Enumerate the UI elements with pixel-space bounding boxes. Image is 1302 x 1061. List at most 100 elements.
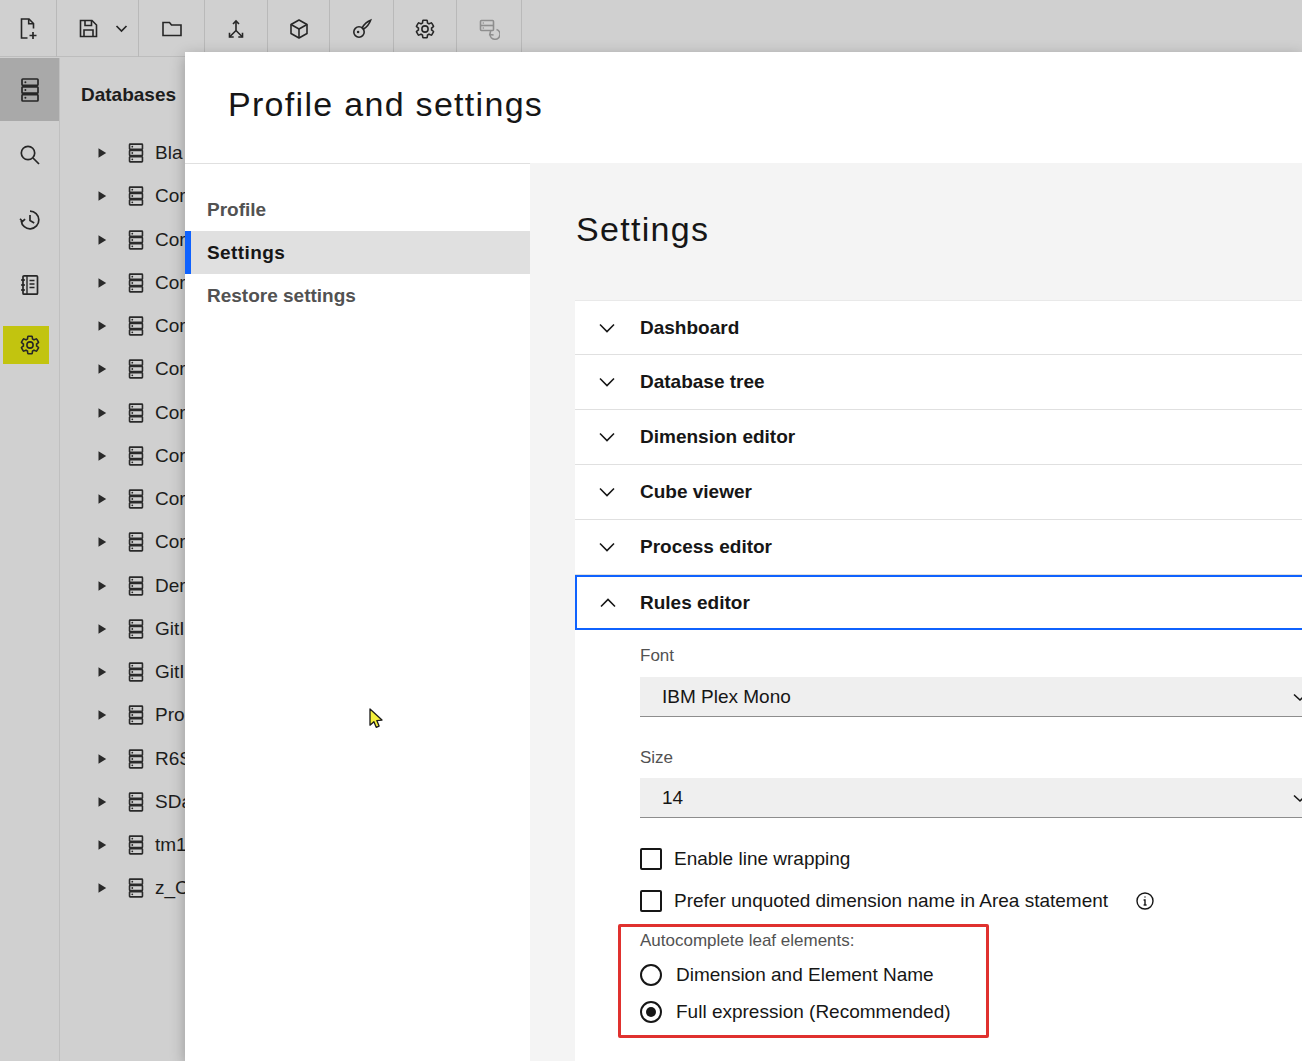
tree-row-database[interactable]: z_C: [60, 867, 186, 910]
settings-button[interactable]: [394, 0, 457, 57]
save-button[interactable]: [57, 0, 139, 57]
database-name: Cor: [155, 402, 186, 424]
document-add-icon: [17, 17, 39, 41]
tree-row-database[interactable]: SDa: [60, 780, 186, 823]
caret-right-icon[interactable]: [98, 537, 107, 548]
content-heading: Settings: [576, 208, 709, 250]
caret-right-icon[interactable]: [98, 321, 107, 332]
caret-right-icon[interactable]: [98, 580, 107, 591]
tree-row-database[interactable]: Cor: [60, 305, 186, 348]
caret-right-icon[interactable]: [98, 840, 107, 851]
tree-row-database[interactable]: Cor: [60, 218, 186, 261]
chevron-down-icon: [1292, 689, 1302, 705]
tree-row-database[interactable]: Cor: [60, 391, 186, 434]
caret-right-icon[interactable]: [98, 667, 107, 678]
caret-right-icon[interactable]: [98, 623, 107, 634]
rules-editor-panel: Font IBM Plex Mono Size 14 Enable: [575, 630, 1302, 1061]
rail-item-recent[interactable]: [0, 188, 59, 251]
font-dropdown-value: IBM Plex Mono: [662, 686, 791, 708]
enable-line-wrapping-checkbox[interactable]: [640, 848, 662, 870]
database-name: Cor: [155, 229, 186, 251]
process-button[interactable]: [330, 0, 394, 57]
database-name: Der: [155, 575, 186, 597]
branch-view-button[interactable]: [205, 0, 268, 57]
caret-right-icon[interactable]: [98, 883, 107, 894]
database-name: Bla: [155, 142, 182, 164]
left-rail: [0, 58, 59, 1061]
accordion-label: Dashboard: [640, 317, 739, 339]
accordion-item-dashboard[interactable]: Dashboard: [575, 300, 1302, 355]
tree-row-database[interactable]: Cor: [60, 521, 186, 564]
tree-row-database[interactable]: Cor: [60, 434, 186, 477]
database-icon: [127, 532, 145, 553]
database-tree: BlaCorCorCorCorCorCorCorCorCorDerGitIGit…: [60, 132, 186, 911]
tree-row-database[interactable]: Der: [60, 564, 186, 607]
tree-row-database[interactable]: Bla: [60, 132, 186, 175]
tree-row-database[interactable]: Cor: [60, 348, 186, 391]
database-icon: [127, 748, 145, 769]
caret-right-icon[interactable]: [98, 494, 107, 505]
database-name: Cor: [155, 272, 186, 294]
accordion-item-rules-editor[interactable]: Rules editor: [575, 575, 1302, 630]
enable-line-wrapping-row: Enable line wrapping: [640, 847, 850, 871]
database-icon: [127, 359, 145, 380]
rail-item-databases[interactable]: [0, 58, 59, 121]
rail-item-search[interactable]: [0, 123, 59, 186]
caret-right-icon[interactable]: [98, 148, 107, 159]
caret-right-icon[interactable]: [98, 450, 107, 461]
info-icon[interactable]: [1135, 891, 1155, 911]
tree-row-database[interactable]: R6S: [60, 737, 186, 780]
tree-row-database[interactable]: GitI: [60, 607, 186, 650]
radio-row-dimension-element: Dimension and Element Name: [640, 963, 934, 987]
search-icon: [18, 143, 42, 167]
caret-right-icon[interactable]: [98, 234, 107, 245]
tree-row-database[interactable]: Pro: [60, 694, 186, 737]
database-name: Cor: [155, 358, 186, 380]
tree-row-database[interactable]: GitI: [60, 651, 186, 694]
rail-item-log[interactable]: [0, 253, 59, 316]
size-dropdown[interactable]: 14: [640, 778, 1302, 818]
gear-icon: [19, 334, 41, 356]
dialog-menu-item-profile[interactable]: Profile: [185, 188, 530, 231]
accordion-item-cube-viewer[interactable]: Cube viewer: [575, 465, 1302, 520]
caret-right-icon[interactable]: [98, 796, 107, 807]
accordion-item-database-tree[interactable]: Database tree: [575, 355, 1302, 410]
new-document-button[interactable]: [0, 0, 57, 57]
caret-right-icon[interactable]: [98, 710, 107, 721]
accordion-item-dimension-editor[interactable]: Dimension editor: [575, 410, 1302, 465]
accordion-label: Cube viewer: [640, 481, 752, 503]
rail-item-settings[interactable]: [0, 313, 59, 376]
caret-right-icon[interactable]: [98, 753, 107, 764]
accordion-label: Dimension editor: [640, 426, 795, 448]
tree-row-database[interactable]: Cor: [60, 478, 186, 521]
full-expression-radio[interactable]: [640, 1001, 662, 1023]
caret-right-icon[interactable]: [98, 277, 107, 288]
font-dropdown[interactable]: IBM Plex Mono: [640, 677, 1302, 717]
accordion-item-process-editor[interactable]: Process editor: [575, 520, 1302, 575]
caret-right-icon[interactable]: [98, 364, 107, 375]
dimension-element-radio[interactable]: [640, 964, 662, 986]
tree-row-database[interactable]: Cor: [60, 175, 186, 218]
database-name: Pro: [155, 704, 185, 726]
database-icon: [127, 186, 145, 207]
chevron-down-icon[interactable]: [115, 22, 128, 35]
font-field-label: Font: [640, 646, 674, 666]
cube-button[interactable]: [268, 0, 330, 57]
database-restore-button: [457, 0, 522, 57]
caret-right-icon[interactable]: [98, 191, 107, 202]
prefer-unquoted-checkbox[interactable]: [640, 890, 662, 912]
dialog-menu-item-settings[interactable]: Settings: [185, 231, 530, 274]
application-window: Databases BlaCorCorCorCorCorCorCorCorCor…: [0, 0, 1302, 1061]
dialog-menu-item-restore-settings[interactable]: Restore settings: [185, 274, 530, 317]
tree-row-database[interactable]: tm1: [60, 824, 186, 867]
open-folder-button[interactable]: [139, 0, 205, 57]
database-name: GitI: [155, 661, 185, 683]
chevron-down-icon: [597, 427, 617, 447]
dialog-content: Settings Dashboard Database tree Dimension…: [530, 163, 1302, 1061]
database-name: tm1: [155, 834, 186, 856]
caret-right-icon[interactable]: [98, 407, 107, 418]
journal-icon: [18, 273, 42, 297]
sidebar-panel: Databases BlaCorCorCorCorCorCorCorCorCor…: [60, 58, 186, 1061]
database-name: SDa: [155, 791, 186, 813]
tree-row-database[interactable]: Cor: [60, 261, 186, 304]
